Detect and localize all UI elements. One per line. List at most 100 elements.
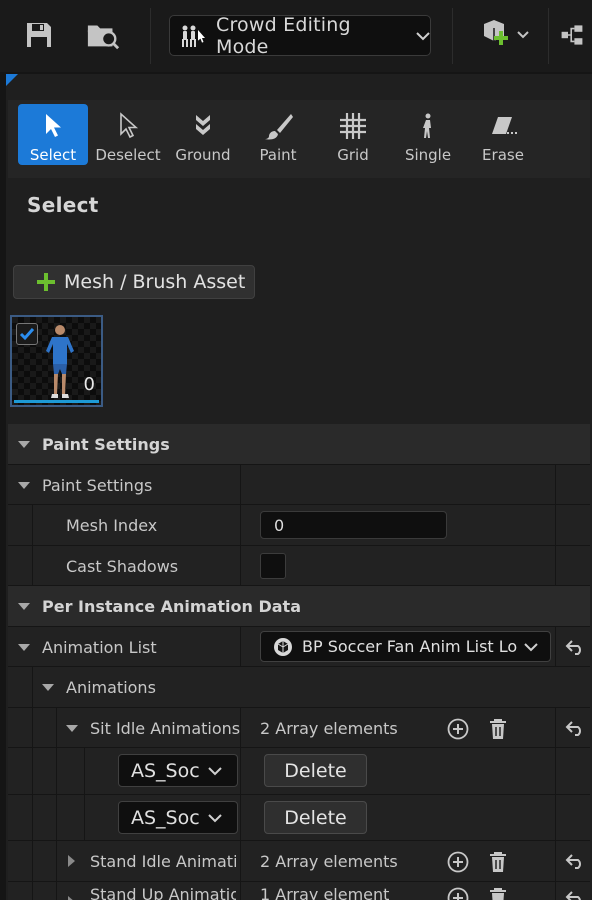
property-animation-list: Animation List BP Soccer Fan Anim List L… bbox=[8, 627, 590, 667]
add-element-icon[interactable] bbox=[446, 717, 470, 741]
collapse-arrow-icon bbox=[18, 441, 30, 448]
combo-value: AS_Soc bbox=[131, 759, 200, 782]
row-divider bbox=[8, 464, 590, 465]
row-divider bbox=[8, 504, 590, 505]
mode-label: Crowd Editing Mode bbox=[216, 13, 351, 58]
tool-erase[interactable]: Erase bbox=[468, 104, 538, 165]
row-divider bbox=[8, 840, 590, 841]
array-element-row: AS_Soc Delete bbox=[8, 795, 590, 841]
cast-shadows-checkbox[interactable] bbox=[260, 553, 286, 579]
property-stand-up-animations: Stand Up Animations 1 Array element bbox=[8, 882, 590, 900]
collapse-arrow-icon[interactable] bbox=[66, 725, 78, 732]
person-icon bbox=[420, 110, 436, 142]
collapse-arrow-icon bbox=[42, 684, 54, 691]
category-per-instance-animation-data[interactable]: Per Instance Animation Data bbox=[8, 586, 590, 626]
blueprint-sphere-icon bbox=[273, 637, 293, 657]
trash-icon[interactable] bbox=[487, 850, 509, 874]
trash-icon[interactable] bbox=[487, 886, 509, 900]
property-label: Stand Idle Animati... bbox=[90, 851, 236, 871]
collapse-arrow-icon[interactable] bbox=[18, 644, 30, 651]
reset-to-default-icon[interactable] bbox=[564, 637, 586, 657]
character-preview bbox=[46, 325, 74, 398]
mode-selector-dropdown[interactable]: Crowd Editing Mode bbox=[169, 13, 431, 58]
tool-label: Deselect bbox=[95, 146, 161, 164]
array-count: 2 Array elements bbox=[260, 851, 398, 871]
mesh-index-input[interactable]: 0 bbox=[260, 511, 447, 539]
category-paint-settings[interactable]: Paint Settings bbox=[8, 424, 590, 464]
plus-icon bbox=[36, 272, 56, 292]
row-divider bbox=[8, 545, 590, 546]
crowd-icon bbox=[180, 24, 206, 48]
selection-bar bbox=[14, 400, 99, 403]
row-divider bbox=[8, 707, 590, 708]
category-label: Paint Settings bbox=[42, 434, 170, 454]
array-count: 2 Array elements bbox=[260, 718, 398, 738]
animation-asset-combo[interactable]: AS_Soc bbox=[118, 801, 238, 834]
thumbnail-checkbox[interactable] bbox=[16, 323, 38, 345]
add-element-icon[interactable] bbox=[446, 886, 470, 900]
blueprint-icon[interactable] bbox=[560, 18, 592, 52]
reset-to-default-icon[interactable] bbox=[564, 851, 586, 871]
add-actor-icon[interactable] bbox=[476, 18, 536, 52]
row-divider bbox=[8, 881, 590, 882]
reset-to-default-icon[interactable] bbox=[564, 888, 586, 900]
add-element-icon[interactable] bbox=[446, 850, 470, 874]
group-paint-settings[interactable]: Paint Settings bbox=[8, 465, 590, 505]
tool-label: Single bbox=[404, 146, 452, 164]
group-label: Animations bbox=[66, 677, 156, 697]
property-label: Animation List bbox=[42, 637, 157, 657]
arrow-cursor-icon bbox=[42, 110, 64, 142]
animation-list-value: BP Soccer Fan Anim List Logi bbox=[302, 637, 518, 656]
tool-palette: Select Deselect Ground Paint Grid Single… bbox=[8, 100, 590, 178]
array-count: 1 Array element bbox=[260, 884, 390, 900]
expand-arrow-icon[interactable] bbox=[68, 896, 75, 900]
browse-folder-icon[interactable] bbox=[86, 18, 120, 52]
tool-select[interactable]: Select bbox=[18, 104, 88, 165]
animation-asset-combo[interactable]: AS_Soc bbox=[118, 754, 238, 787]
toolbar-separator bbox=[150, 8, 151, 64]
add-mesh-brush-asset-button[interactable]: Mesh / Brush Asset bbox=[13, 265, 255, 299]
tool-single[interactable]: Single bbox=[393, 104, 463, 165]
property-mesh-index: Mesh Index 0 bbox=[8, 505, 590, 545]
property-cast-shadows: Cast Shadows bbox=[8, 546, 590, 586]
tool-paint[interactable]: Paint bbox=[243, 104, 313, 165]
checkmark-icon bbox=[19, 328, 35, 341]
property-label: Mesh Index bbox=[66, 515, 158, 535]
tool-deselect[interactable]: Deselect bbox=[93, 104, 163, 165]
row-divider bbox=[8, 626, 590, 627]
asset-thumbnail[interactable]: 0 bbox=[10, 315, 103, 407]
eraser-icon bbox=[488, 110, 518, 142]
reset-to-default-icon[interactable] bbox=[564, 718, 586, 738]
row-divider bbox=[8, 747, 590, 748]
chevron-down-icon bbox=[207, 766, 222, 776]
save-icon[interactable] bbox=[22, 18, 56, 52]
chevron-down-icon bbox=[207, 813, 222, 823]
outline-cursor-icon bbox=[117, 110, 139, 142]
crowd-mode-panel: Select Deselect Ground Paint Grid Single… bbox=[6, 74, 592, 900]
chevron-down-icon bbox=[524, 642, 538, 652]
chevron-down-icon bbox=[416, 31, 430, 41]
tool-label: Select bbox=[29, 146, 77, 164]
delete-button[interactable]: Delete bbox=[264, 801, 367, 834]
instance-count: 0 bbox=[83, 374, 95, 395]
tool-label: Grid bbox=[337, 146, 369, 164]
row-divider bbox=[8, 666, 590, 667]
toolbar-separator bbox=[548, 8, 549, 64]
property-label: Sit Idle Animations bbox=[90, 718, 241, 738]
tool-ground[interactable]: Ground bbox=[168, 104, 238, 165]
animation-list-asset-picker[interactable]: BP Soccer Fan Anim List Logi bbox=[260, 631, 551, 662]
combo-value: AS_Soc bbox=[131, 806, 200, 829]
tool-grid[interactable]: Grid bbox=[318, 104, 388, 165]
mesh-button-label: Mesh / Brush Asset bbox=[64, 271, 246, 293]
group-animations[interactable]: Animations bbox=[8, 667, 590, 707]
property-sit-idle-animations: Sit Idle Animations 2 Array elements bbox=[8, 708, 590, 748]
section-title: Select bbox=[27, 193, 99, 217]
panel-corner-marker bbox=[6, 74, 18, 86]
property-label: Cast Shadows bbox=[66, 556, 179, 576]
expand-arrow-icon[interactable] bbox=[68, 855, 75, 867]
array-element-row: AS_Soc Delete bbox=[8, 748, 590, 794]
tool-label: Erase bbox=[482, 146, 524, 164]
trash-icon[interactable] bbox=[487, 717, 509, 741]
delete-button[interactable]: Delete bbox=[264, 754, 367, 787]
collapse-arrow-icon bbox=[18, 482, 30, 489]
